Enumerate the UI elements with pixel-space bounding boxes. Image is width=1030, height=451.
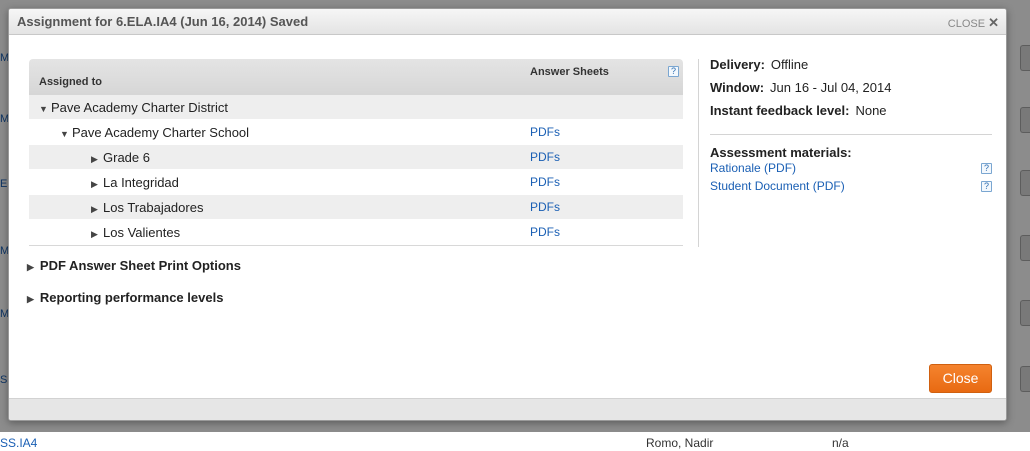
section-label: Reporting performance levels <box>39 290 224 305</box>
close-link-label: CLOSE <box>947 18 986 30</box>
help-icon[interactable]: ? <box>668 66 679 77</box>
link-label: Student Document (PDF) <box>710 179 845 193</box>
pdfs-link[interactable]: PDFs <box>530 175 560 189</box>
table-row: ▼ Pave Academy Charter District <box>29 95 683 120</box>
section-label: PDF Answer Sheet Print Options <box>39 258 241 273</box>
table-header: Assigned to Answer Sheets ? <box>29 59 683 95</box>
window-line: Window: Jun 16 - Jul 04, 2014 <box>710 80 992 103</box>
row-label: Los Trabajadores <box>103 200 204 215</box>
delivery-value: Offline <box>770 57 809 72</box>
row-label: La Integridad <box>103 175 179 190</box>
column-header-answer-sheets: Answer Sheets <box>530 66 609 78</box>
window-label: Window: <box>710 80 765 95</box>
assignment-dialog: Assignment for 6.ELA.IA4 (Jun 16, 2014) … <box>8 8 1007 421</box>
assessment-code-link: SS.IA4 <box>0 436 38 450</box>
tree-node-school[interactable]: ▼ Pave Academy Charter School <box>60 125 249 140</box>
print-options-toggle[interactable]: ▶ PDF Answer Sheet Print Options <box>27 258 241 273</box>
table-row: ▶ Grade 6 PDFs <box>29 145 683 170</box>
row-label: Pave Academy Charter School <box>72 125 250 140</box>
row-label: Grade 6 <box>103 150 150 165</box>
close-icon: ✕ <box>988 15 999 30</box>
delivery-label: Delivery: <box>710 57 765 72</box>
status-value: n/a <box>832 436 849 450</box>
row-label: Pave Academy Charter District <box>51 100 229 115</box>
window-value: Jun 16 - Jul 04, 2014 <box>770 80 892 95</box>
tree-node-grade[interactable]: ▶ Grade 6 <box>91 150 150 165</box>
tree-node-class[interactable]: ▶ La Integridad <box>91 175 179 190</box>
row-label: Los Valientes <box>103 225 181 240</box>
dialog-footer-bar <box>9 398 1006 420</box>
background-table-row: SS.IA4 Romo, Nadir n/a <box>0 432 1030 451</box>
collapsed-triangle-icon: ▶ <box>91 204 98 214</box>
column-header-assigned-to: Assigned to <box>39 76 102 88</box>
vertical-divider <box>698 59 699 247</box>
dialog-close-link[interactable]: CLOSE ✕ <box>948 15 999 31</box>
student-document-pdf-link[interactable]: Student Document (PDF)? <box>710 179 992 197</box>
link-label: Rationale (PDF) <box>710 161 797 175</box>
tree-node-district[interactable]: ▼ Pave Academy Charter District <box>39 100 228 115</box>
materials-title: Assessment materials: <box>710 145 852 160</box>
tree-node-class[interactable]: ▶ Los Valientes <box>91 225 180 240</box>
help-icon[interactable]: ? <box>981 181 992 192</box>
pdfs-link[interactable]: PDFs <box>530 150 560 164</box>
table-row: ▶ Los Valientes PDFs <box>29 220 683 245</box>
student-name: Romo, Nadir <box>646 436 714 450</box>
table-row: ▶ Los Trabajadores PDFs <box>29 195 683 220</box>
collapsed-triangle-icon: ▶ <box>91 229 98 239</box>
reporting-levels-toggle[interactable]: ▶ Reporting performance levels <box>27 290 223 305</box>
feedback-line: Instant feedback level: None <box>710 103 992 126</box>
collapsed-triangle-icon: ▶ <box>27 294 34 304</box>
tree-node-class[interactable]: ▶ Los Trabajadores <box>91 200 203 215</box>
help-icon[interactable]: ? <box>981 163 992 174</box>
table-bottom-divider <box>29 245 683 246</box>
delivery-line: Delivery: Offline <box>710 57 992 80</box>
collapsed-triangle-icon: ▶ <box>91 154 98 164</box>
dialog-header: Assignment for 6.ELA.IA4 (Jun 16, 2014) … <box>9 9 1006 35</box>
assignment-info-panel: Delivery: Offline Window: Jun 16 - Jul 04,… <box>710 57 992 197</box>
pdfs-link[interactable]: PDFs <box>530 125 560 139</box>
collapsed-triangle-icon: ▶ <box>27 262 34 272</box>
close-button[interactable]: Close <box>929 364 992 393</box>
feedback-value: None <box>855 103 887 118</box>
table-row: ▶ La Integridad PDFs <box>29 170 683 195</box>
pdfs-link[interactable]: PDFs <box>530 225 560 239</box>
dialog-title: Assignment for 6.ELA.IA4 (Jun 16, 2014) … <box>17 14 309 29</box>
rationale-pdf-link[interactable]: Rationale (PDF)? <box>710 161 992 179</box>
divider <box>710 134 992 135</box>
pdfs-link[interactable]: PDFs <box>530 200 560 214</box>
collapsed-triangle-icon: ▶ <box>91 179 98 189</box>
assignment-table: Assigned to Answer Sheets ? ▼ Pave Academ… <box>29 59 683 246</box>
expanded-triangle-icon: ▼ <box>60 129 69 139</box>
table-row: ▼ Pave Academy Charter School PDFs <box>29 120 683 145</box>
feedback-label: Instant feedback level: <box>710 103 850 118</box>
expanded-triangle-icon: ▼ <box>39 104 48 114</box>
